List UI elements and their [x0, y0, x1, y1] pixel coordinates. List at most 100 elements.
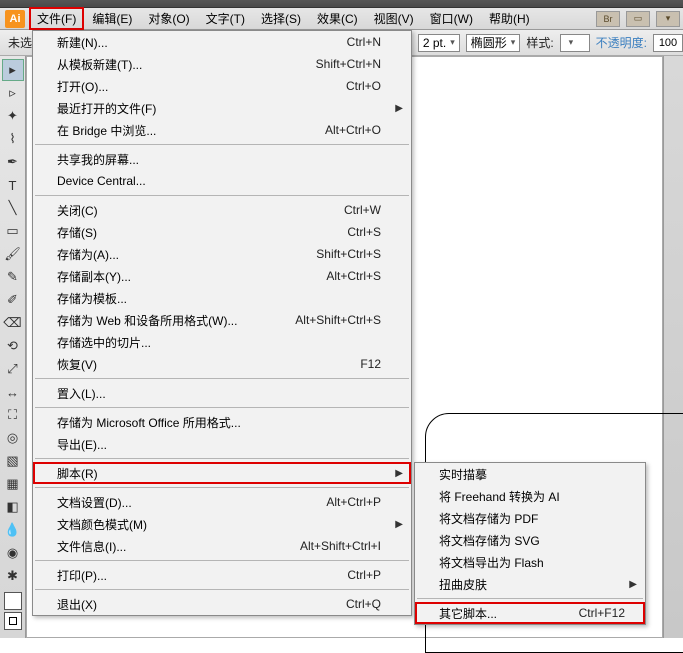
shape-select[interactable]: 椭圆形 [466, 34, 521, 52]
free-transform-tool[interactable]: ⛶ [2, 404, 24, 426]
file-menu-item[interactable]: 在 Bridge 中浏览...Alt+Ctrl+O [33, 119, 411, 141]
fill-swatch[interactable] [4, 592, 22, 610]
menu-effect[interactable]: 效果(C) [309, 7, 366, 30]
menu-item-label: 在 Bridge 中浏览... [57, 122, 325, 139]
file-menu-item[interactable]: 存储为 Microsoft Office 所用格式... [33, 411, 411, 433]
file-menu-item[interactable]: 存储为模板... [33, 287, 411, 309]
file-menu-item[interactable]: 新建(N)...Ctrl+N [33, 31, 411, 53]
menu-shortcut: Alt+Shift+Ctrl+I [300, 539, 381, 553]
search-icon[interactable]: ▾ [656, 11, 680, 27]
type-tool[interactable]: T [2, 174, 24, 196]
menu-item-label: 导出(E)... [57, 436, 381, 453]
script-menu-item[interactable]: 实时描摹 [415, 463, 645, 485]
file-menu-item[interactable]: 最近打开的文件(F)▶ [33, 97, 411, 119]
mesh-tool[interactable]: ▦ [2, 473, 24, 495]
rectangle-tool[interactable]: ▭ [2, 220, 24, 242]
file-menu-item[interactable]: 置入(L)... [33, 382, 411, 404]
style-select[interactable] [560, 34, 590, 52]
gradient-tool[interactable]: ◧ [2, 496, 24, 518]
pencil-tool[interactable]: ✎ [2, 266, 24, 288]
magic-wand-tool[interactable]: ✦ [2, 105, 24, 127]
menu-item-label: 存储(S) [57, 224, 347, 241]
menu-item-label: 将文档导出为 Flash [439, 554, 625, 571]
file-menu-item[interactable]: 从模板新建(T)...Shift+Ctrl+N [33, 53, 411, 75]
menu-item-label: 从模板新建(T)... [57, 56, 316, 73]
scale-tool[interactable]: ⤢ [2, 358, 24, 380]
eraser-tool[interactable]: ⌫ [2, 312, 24, 334]
selection-status: 未选 [8, 34, 32, 51]
script-menu-item[interactable]: 其它脚本...Ctrl+F12 [415, 602, 645, 624]
file-menu-item[interactable]: 打开(O)...Ctrl+O [33, 75, 411, 97]
color-swatches [4, 592, 22, 630]
menu-file[interactable]: 文件(F) [29, 7, 84, 30]
menu-item-label: 存储副本(Y)... [57, 268, 326, 285]
menu-window[interactable]: 窗口(W) [422, 7, 481, 30]
menu-separator [35, 487, 409, 488]
file-menu-item[interactable]: 共享我的屏幕... [33, 148, 411, 170]
symbol-sprayer-tool[interactable]: ✱ [2, 565, 24, 587]
menu-select[interactable]: 选择(S) [253, 7, 309, 30]
script-menu-item[interactable]: 扭曲皮肤▶ [415, 573, 645, 595]
menu-item-label: 恢复(V) [57, 356, 360, 373]
width-tool[interactable]: ↔ [2, 381, 24, 403]
bridge-icon[interactable]: Br [596, 11, 620, 27]
file-menu: 新建(N)...Ctrl+N从模板新建(T)...Shift+Ctrl+N打开(… [32, 30, 412, 616]
blend-tool[interactable]: ◉ [2, 542, 24, 564]
script-menu-item[interactable]: 将文档导出为 Flash [415, 551, 645, 573]
file-menu-item[interactable]: 存储为 Web 和设备所用格式(W)...Alt+Shift+Ctrl+S [33, 309, 411, 331]
menu-object[interactable]: 对象(O) [140, 7, 197, 30]
blob-brush-tool[interactable]: ✐ [2, 289, 24, 311]
line-tool[interactable]: ╲ [2, 197, 24, 219]
arrange-icon[interactable]: ▭ [626, 11, 650, 27]
file-menu-item[interactable]: 退出(X)Ctrl+Q [33, 593, 411, 615]
file-menu-item[interactable]: 脚本(R)▶ [33, 462, 411, 484]
style-label: 样式: [526, 34, 553, 51]
file-menu-item[interactable]: 存储为(A)...Shift+Ctrl+S [33, 243, 411, 265]
script-menu-item[interactable]: 将文档存储为 SVG [415, 529, 645, 551]
rotate-tool[interactable]: ⟲ [2, 335, 24, 357]
menu-edit[interactable]: 编辑(E) [84, 7, 140, 30]
stroke-swatch[interactable] [4, 612, 22, 630]
pen-tool[interactable]: ✒ [2, 151, 24, 173]
menu-type[interactable]: 文字(T) [198, 7, 253, 30]
menu-view[interactable]: 视图(V) [366, 7, 422, 30]
stroke-weight-select[interactable]: 2 pt. [418, 34, 460, 52]
paintbrush-tool[interactable]: 🖌 [2, 243, 24, 265]
direct-select-tool[interactable]: ▹ [2, 82, 24, 104]
menu-item-label: 存储为 Microsoft Office 所用格式... [57, 414, 381, 431]
file-menu-item[interactable]: 恢复(V)F12 [33, 353, 411, 375]
perspective-tool[interactable]: ▧ [2, 450, 24, 472]
menu-shortcut: Ctrl+N [347, 35, 381, 49]
file-menu-item[interactable]: 文档颜色模式(M)▶ [33, 513, 411, 535]
menu-shortcut: Ctrl+O [346, 79, 381, 93]
shape-builder-tool[interactable]: ◎ [2, 427, 24, 449]
menu-separator [35, 144, 409, 145]
file-menu-item[interactable]: 存储(S)Ctrl+S [33, 221, 411, 243]
menu-item-label: 文档设置(D)... [57, 494, 326, 511]
file-menu-item[interactable]: 存储副本(Y)...Alt+Ctrl+S [33, 265, 411, 287]
menu-item-label: 打印(P)... [57, 567, 347, 584]
menu-item-label: 存储为模板... [57, 290, 381, 307]
lasso-tool[interactable]: ⌇ [2, 128, 24, 150]
menu-shortcut: Ctrl+S [347, 225, 381, 239]
eyedropper-tool[interactable]: 💧 [2, 519, 24, 541]
file-menu-item[interactable]: 文件信息(I)...Alt+Shift+Ctrl+I [33, 535, 411, 557]
selection-tool[interactable]: ▸ [2, 59, 24, 81]
menu-help[interactable]: 帮助(H) [481, 7, 538, 30]
menu-separator [35, 560, 409, 561]
script-menu-item[interactable]: 将 Freehand 转换为 AI [415, 485, 645, 507]
file-menu-item[interactable]: 关闭(C)Ctrl+W [33, 199, 411, 221]
script-submenu: 实时描摹将 Freehand 转换为 AI将文档存储为 PDF将文档存储为 SV… [414, 462, 646, 625]
submenu-arrow-icon: ▶ [395, 103, 403, 114]
file-menu-item[interactable]: 打印(P)...Ctrl+P [33, 564, 411, 586]
file-menu-item[interactable]: Device Central... [33, 170, 411, 192]
menu-shortcut: F12 [360, 357, 381, 371]
file-menu-item[interactable]: 导出(E)... [33, 433, 411, 455]
script-menu-item[interactable]: 将文档存储为 PDF [415, 507, 645, 529]
menu-shortcut: Ctrl+W [344, 203, 381, 217]
menu-item-label: 新建(N)... [57, 34, 347, 51]
file-menu-item[interactable]: 文档设置(D)...Alt+Ctrl+P [33, 491, 411, 513]
opacity-input[interactable] [653, 34, 683, 52]
menu-separator [417, 598, 643, 599]
file-menu-item[interactable]: 存储选中的切片... [33, 331, 411, 353]
